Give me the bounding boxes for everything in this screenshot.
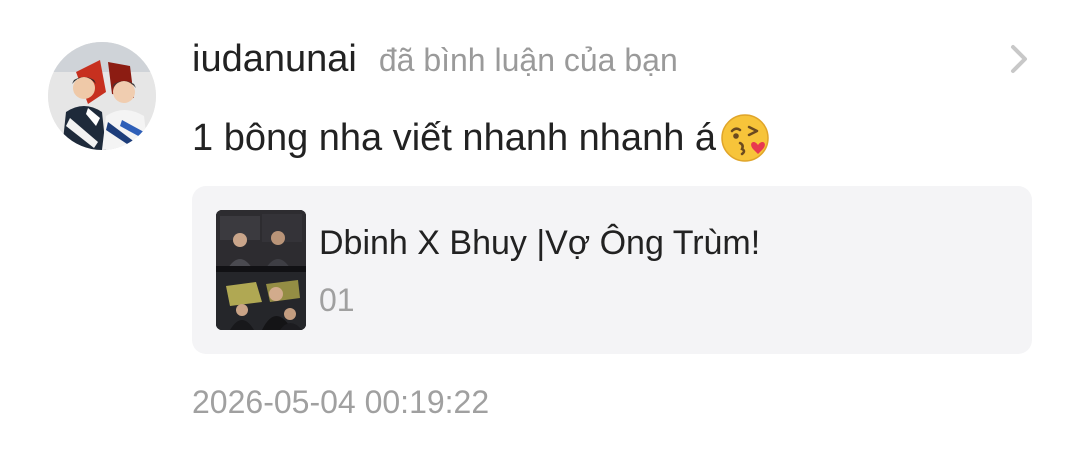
story-title: Dbinh X Bhuy |Vợ Ông Trùm! (319, 224, 761, 262)
story-chapter: 01 (319, 282, 355, 318)
comment-text: 1 bông nha viết nhanh nhanh á (192, 116, 717, 159)
action-text: đã bình luận của bạn (378, 42, 678, 78)
comment-notification[interactable]: iudanunai đã bình luận của bạn 1 bông nh… (0, 0, 1080, 466)
story-card[interactable]: Dbinh X Bhuy |Vợ Ông Trùm! 01 (192, 186, 1032, 354)
timestamp: 2026-05-04 00:19:22 (192, 384, 490, 420)
story-cover[interactable] (216, 210, 306, 330)
avatar[interactable] (48, 42, 156, 150)
username[interactable]: iudanunai (192, 38, 357, 81)
comment-body: 1 bông nha viết nhanh nhanh á (192, 110, 770, 166)
chevron-right-icon[interactable] (1004, 42, 1034, 76)
face-throwing-kiss-emoji (720, 113, 770, 163)
notification-header: iudanunai đã bình luận của bạn (192, 38, 678, 86)
